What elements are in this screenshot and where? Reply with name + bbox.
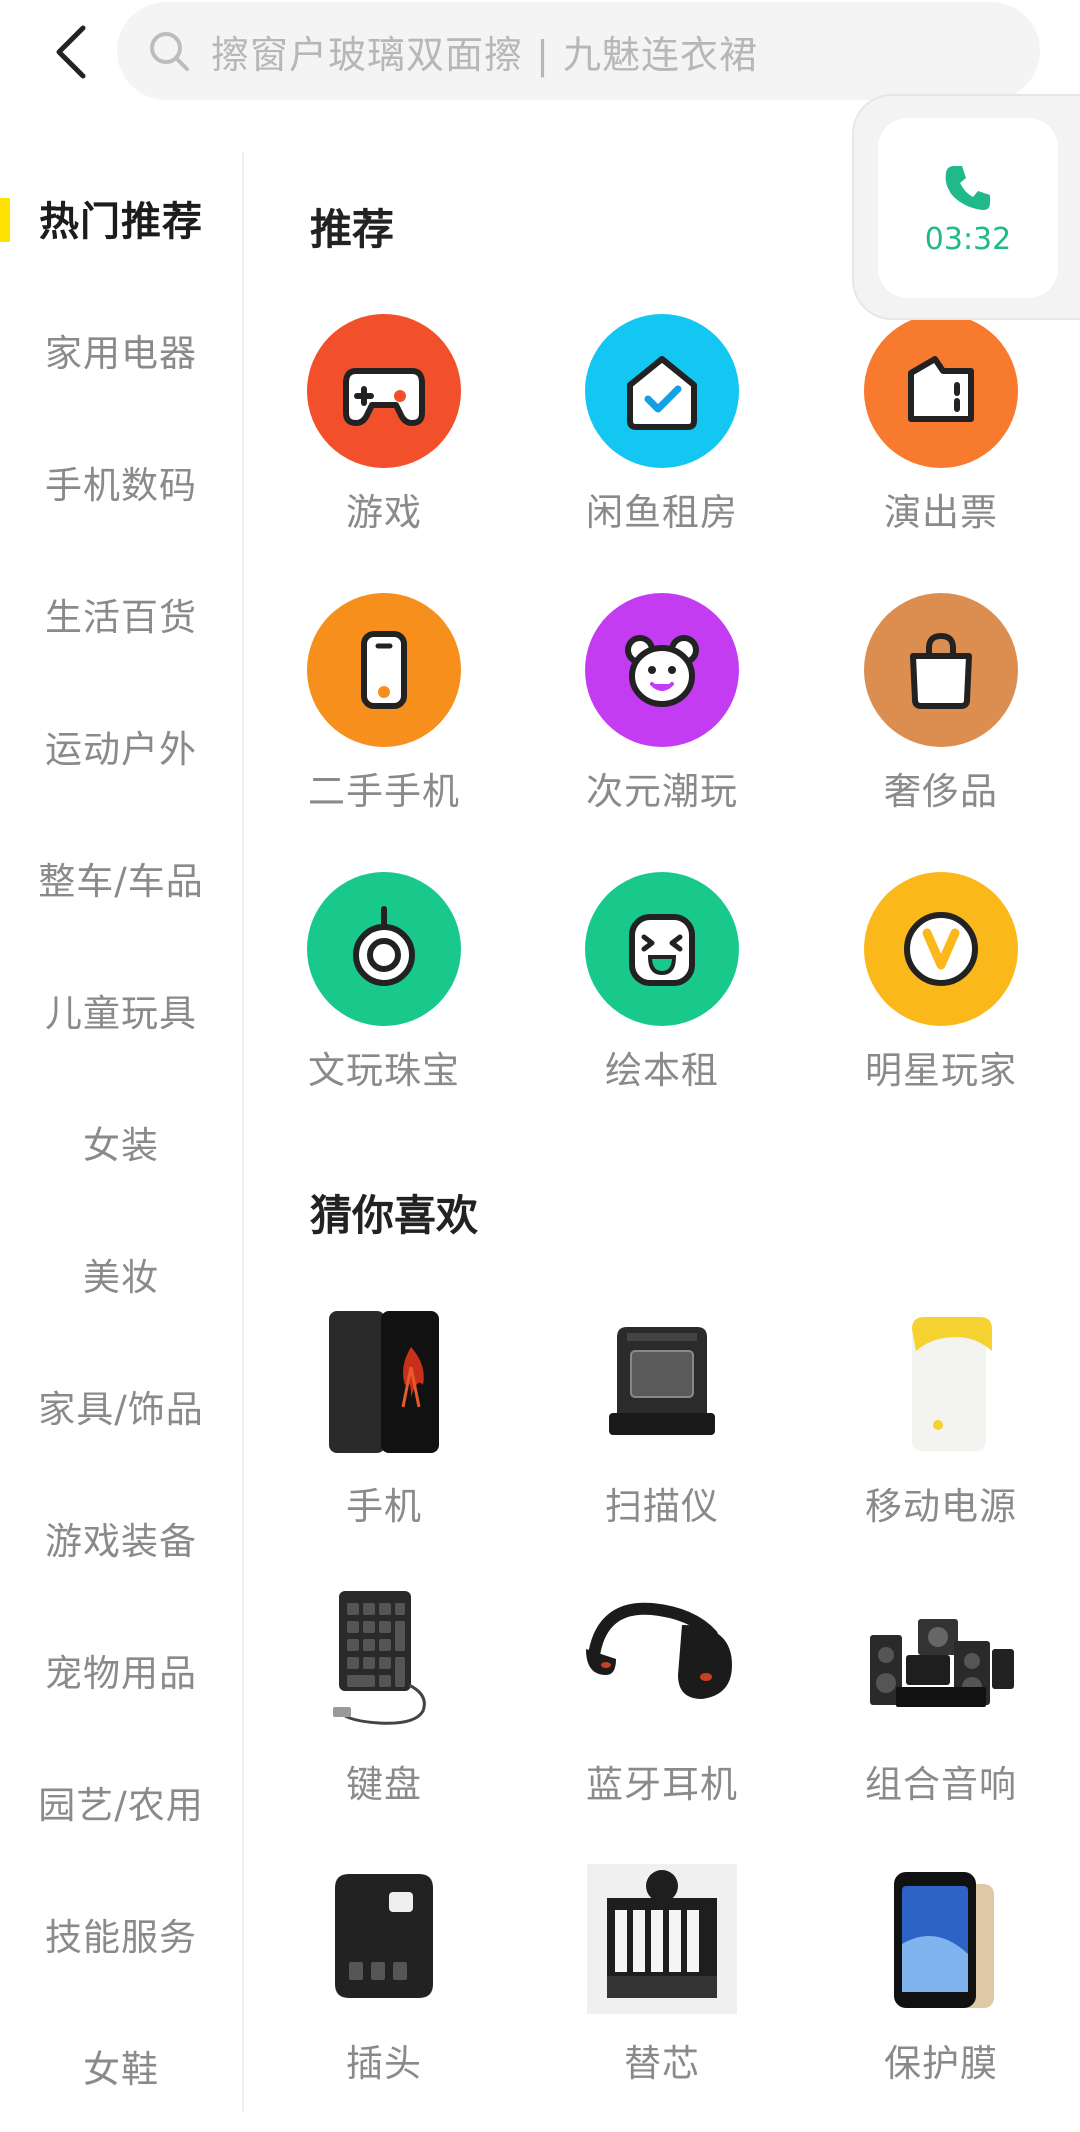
call-widget[interactable]: 03:32 <box>878 118 1058 298</box>
sidebar-item-game-gear[interactable]: 游戏装备 <box>0 1472 242 1604</box>
recommend-item-luxury[interactable]: 奢侈品 <box>801 593 1080 815</box>
recommend-item-used-phones[interactable]: 二手手机 <box>244 593 524 815</box>
sidebar-item-label: 女鞋 <box>83 2048 159 2091</box>
search-icon <box>147 29 191 73</box>
refill-product-icon <box>582 1859 742 2019</box>
item-label: 蓝牙耳机 <box>586 1763 738 1806</box>
sidebar-item-label: 热门推荐 <box>39 199 203 245</box>
item-label: 奢侈品 <box>884 770 998 813</box>
guess-item-power-bank[interactable]: 移动电源 <box>801 1302 1080 1530</box>
sidebar-item-label: 游戏装备 <box>45 1520 197 1563</box>
item-label: 插头 <box>346 2042 422 2085</box>
recommend-item-jewelry[interactable]: 文玩珠宝 <box>244 872 524 1094</box>
sidebar-item-label: 儿童玩具 <box>45 992 197 1035</box>
power-bank-product-icon <box>861 1302 1021 1462</box>
search-input[interactable]: 擦窗户玻璃双面擦 | 九魅连衣裙 <box>117 2 1040 100</box>
sidebar-item-pets[interactable]: 宠物用品 <box>0 1604 242 1736</box>
item-label: 手机 <box>346 1485 422 1528</box>
headset-product-icon <box>582 1580 742 1740</box>
scanner-product-icon <box>582 1302 742 1462</box>
recommend-item-rental[interactable]: 闲鱼租房 <box>522 314 802 536</box>
plug-adapter-product-icon <box>304 1859 464 2019</box>
sidebar-item-sports[interactable]: 运动户外 <box>0 680 242 812</box>
item-label: 次元潮玩 <box>586 770 738 813</box>
keypad-product-icon <box>304 1580 464 1740</box>
recommend-item-games[interactable]: 游戏 <box>244 314 524 536</box>
sidebar-item-daily-goods[interactable]: 生活百货 <box>0 548 242 680</box>
item-label: 扫描仪 <box>605 1485 719 1528</box>
bag-icon <box>864 593 1018 747</box>
sidebar-item-label: 生活百货 <box>45 596 197 639</box>
recommend-item-collectibles[interactable]: 次元潮玩 <box>522 593 802 815</box>
search-placeholder: 擦窗户玻璃双面擦 | 九魅连衣裙 <box>211 32 758 77</box>
sidebar-item-makeup[interactable]: 美妆 <box>0 1208 242 1340</box>
sidebar-item-label: 家具/饰品 <box>38 1388 204 1431</box>
sidebar-item-gardening[interactable]: 园艺/农用 <box>0 1736 242 1868</box>
sidebar-item-label: 手机数码 <box>45 464 197 507</box>
active-indicator <box>0 198 10 242</box>
item-label: 文玩珠宝 <box>308 1049 460 1092</box>
gamepad-icon <box>307 314 461 468</box>
guess-item-phone[interactable]: 手机 <box>244 1302 524 1530</box>
guess-item-scanner[interactable]: 扫描仪 <box>522 1302 802 1530</box>
guess-item-refill[interactable]: 替芯 <box>522 1859 802 2087</box>
item-label: 二手手机 <box>308 770 460 813</box>
guess-item-plug[interactable]: 插头 <box>244 1859 524 2087</box>
guess-item-screen-protector[interactable]: 保护膜 <box>801 1859 1080 2087</box>
item-label: 闲鱼租房 <box>586 491 738 534</box>
item-label: 保护膜 <box>884 2042 998 2085</box>
sidebar-item-womens-shoes[interactable]: 女鞋 <box>0 2000 242 2132</box>
sidebar-item-label: 宠物用品 <box>45 1652 197 1695</box>
guess-item-speaker-set[interactable]: 组合音响 <box>801 1580 1080 1808</box>
sidebar-item-furniture[interactable]: 家具/饰品 <box>0 1340 242 1472</box>
v-star-icon <box>864 872 1018 1026</box>
guess-you-like-title: 猜你喜欢 <box>310 1191 479 1240</box>
sidebar-item-label: 美妆 <box>83 1256 159 1299</box>
sidebar-item-label: 运动户外 <box>45 728 197 771</box>
sidebar-item-vehicles[interactable]: 整车/车品 <box>0 812 242 944</box>
item-label: 演出票 <box>884 491 998 534</box>
sidebar-item-services[interactable]: 技能服务 <box>0 1868 242 2000</box>
item-label: 绘本租 <box>605 1049 719 1092</box>
back-button[interactable] <box>40 18 102 86</box>
recommend-item-picture-books[interactable]: 绘本租 <box>522 872 802 1094</box>
item-label: 组合音响 <box>865 1763 1017 1806</box>
call-duration: 03:32 <box>924 221 1012 257</box>
sidebar-item-appliances[interactable]: 家用电器 <box>0 284 242 416</box>
sidebar-item-label: 女装 <box>83 1124 159 1167</box>
item-label: 移动电源 <box>865 1485 1017 1528</box>
house-check-icon <box>585 314 739 468</box>
sidebar-item-digital[interactable]: 手机数码 <box>0 416 242 548</box>
item-label: 明星玩家 <box>865 1049 1017 1092</box>
chevron-left-icon <box>56 25 86 79</box>
ticket-icon <box>864 314 1018 468</box>
sidebar-item-label: 技能服务 <box>45 1916 197 1959</box>
call-floating-bubble[interactable]: 03:32 <box>852 94 1080 320</box>
guess-item-bluetooth-headset[interactable]: 蓝牙耳机 <box>522 1580 802 1808</box>
bear-icon <box>585 593 739 747</box>
sidebar-item-label: 整车/车品 <box>38 860 204 903</box>
recommend-item-star-players[interactable]: 明星玩家 <box>801 872 1080 1094</box>
sidebar-item-label: 家用电器 <box>45 332 197 375</box>
item-label: 替芯 <box>624 2042 700 2085</box>
guess-item-keyboard[interactable]: 键盘 <box>244 1580 524 1808</box>
category-sidebar: 热门推荐 家用电器 手机数码 生活百货 运动户外 整车/车品 儿童玩具 女装 美… <box>0 152 244 2112</box>
sidebar-item-label: 园艺/农用 <box>38 1784 204 1827</box>
phone-device-icon <box>307 593 461 747</box>
speakers-product-icon <box>861 1580 1021 1740</box>
item-label: 游戏 <box>346 491 422 534</box>
screen-protector-product-icon <box>861 1859 1021 2019</box>
phone-icon <box>945 165 990 210</box>
smartphone-product-icon <box>304 1302 464 1462</box>
ring-icon <box>307 872 461 1026</box>
recommend-title: 推荐 <box>310 205 395 254</box>
sidebar-item-hot[interactable]: 热门推荐 <box>0 152 242 284</box>
sidebar-item-toys[interactable]: 儿童玩具 <box>0 944 242 1076</box>
smile-face-icon <box>585 872 739 1026</box>
sidebar-item-womens-clothing[interactable]: 女装 <box>0 1076 242 1208</box>
recommend-item-tickets[interactable]: 演出票 <box>801 314 1080 536</box>
item-label: 键盘 <box>346 1763 422 1806</box>
